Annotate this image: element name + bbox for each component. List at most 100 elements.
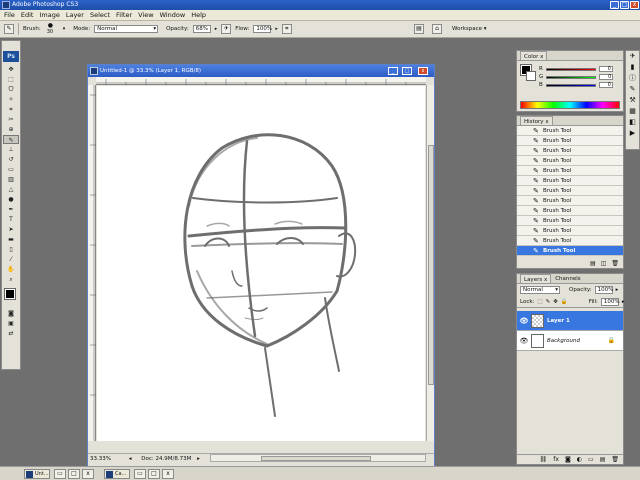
- lock-all-icon[interactable]: 🔒: [561, 299, 568, 305]
- navigator-icon[interactable]: ✈: [626, 51, 639, 62]
- history-item-current[interactable]: ✎ Brush Tool: [517, 246, 623, 256]
- pen-tool-icon[interactable]: ✒: [3, 205, 19, 214]
- history-item[interactable]: ✎ Brush Tool: [517, 186, 623, 196]
- history-item[interactable]: ✎ Brush Tool: [517, 136, 623, 146]
- dodge-tool-icon[interactable]: ●: [3, 195, 19, 204]
- chevron-right-icon[interactable]: ▸: [215, 26, 218, 32]
- chevron-right-icon[interactable]: ▸: [275, 26, 278, 32]
- eraser-tool-icon[interactable]: ▭: [3, 165, 19, 174]
- layer-row[interactable]: 👁 Layer 1: [517, 311, 623, 331]
- new-group-icon[interactable]: ▭: [588, 455, 594, 464]
- zoom-tool-icon[interactable]: ⌕: [3, 275, 19, 284]
- link-layers-icon[interactable]: ⛓: [540, 455, 548, 464]
- layer-mask-icon[interactable]: ◙: [565, 455, 571, 464]
- tab-layers[interactable]: Layers x: [520, 274, 552, 283]
- blue-value[interactable]: 0: [598, 82, 613, 88]
- maximize-icon[interactable]: □: [148, 469, 160, 479]
- quick-mask-icon[interactable]: ◙: [3, 309, 19, 318]
- tab-color[interactable]: Color x: [520, 51, 548, 60]
- close-button[interactable]: x: [630, 1, 639, 9]
- blue-slider[interactable]: [545, 83, 596, 87]
- healing-brush-tool-icon[interactable]: ⊕: [3, 125, 19, 134]
- info-icon[interactable]: ⓘ: [626, 73, 639, 84]
- trash-icon[interactable]: 🗑: [611, 259, 619, 268]
- foreground-color-swatch[interactable]: [4, 288, 16, 300]
- clone-stamp-tool-icon[interactable]: ⊥: [3, 145, 19, 154]
- histogram-icon[interactable]: ▮: [626, 62, 639, 73]
- opacity-field[interactable]: 68%: [192, 25, 211, 33]
- blur-tool-icon[interactable]: △: [3, 185, 19, 194]
- history-item[interactable]: ✎ Brush Tool: [517, 156, 623, 166]
- history-item[interactable]: ✎ Brush Tool: [517, 166, 623, 176]
- go-to-bridge-icon[interactable]: ⌂: [432, 24, 442, 34]
- layer-style-icon[interactable]: fx: [553, 455, 559, 464]
- brushes-icon[interactable]: ✎: [626, 84, 639, 95]
- minimize-button[interactable]: _: [610, 1, 619, 9]
- maximize-button[interactable]: □: [620, 1, 629, 9]
- lock-transparent-icon[interactable]: ⬚: [537, 299, 542, 305]
- fill-field[interactable]: 100%: [600, 297, 620, 306]
- airbrush-toggle-icon[interactable]: ✈: [221, 24, 232, 34]
- trash-icon[interactable]: 🗑: [611, 455, 619, 464]
- restore-icon[interactable]: ▭: [134, 469, 146, 479]
- menu-edit[interactable]: Edit: [21, 11, 34, 19]
- history-item[interactable]: ✎ Brush Tool: [517, 126, 623, 136]
- path-selection-tool-icon[interactable]: ➤: [3, 225, 19, 234]
- lasso-tool-icon[interactable]: ᗜ: [3, 85, 19, 94]
- hand-tool-icon[interactable]: ✋: [3, 265, 19, 274]
- vertical-scroll-thumb[interactable]: [428, 145, 434, 385]
- menu-file[interactable]: File: [4, 11, 15, 19]
- doc-maximize-button[interactable]: □: [402, 67, 412, 75]
- color-spectrum-ramp[interactable]: [520, 101, 620, 109]
- chevron-right-icon[interactable]: ▸: [616, 287, 619, 293]
- screen-mode-icon[interactable]: ▣: [3, 319, 19, 328]
- layer-row[interactable]: 👁 Background 🔒: [517, 331, 623, 351]
- blend-mode-select[interactable]: Normal ▾: [520, 286, 560, 294]
- gradient-tool-icon[interactable]: ▥: [3, 175, 19, 184]
- history-item[interactable]: ✎ Brush Tool: [517, 196, 623, 206]
- zoom-level[interactable]: 33.33%: [90, 456, 111, 462]
- eyedropper-tool-icon[interactable]: ⁄: [3, 255, 19, 264]
- history-item[interactable]: ✎ Brush Tool: [517, 176, 623, 186]
- lock-position-icon[interactable]: ✥: [553, 299, 558, 305]
- restore-icon[interactable]: ▭: [54, 469, 66, 479]
- chevron-right-icon[interactable]: ▸: [197, 456, 200, 462]
- menu-help[interactable]: Help: [191, 11, 206, 19]
- color-panel-background-swatch[interactable]: [526, 71, 536, 81]
- swatches-icon[interactable]: ▦: [626, 106, 639, 117]
- menu-window[interactable]: Window: [160, 11, 186, 19]
- adjustment-layer-icon[interactable]: ◐: [577, 455, 582, 464]
- workspace-menu[interactable]: Workspace ▾: [452, 26, 487, 32]
- chevron-down-icon[interactable]: ▾: [63, 26, 66, 32]
- brush-tool-preset-icon[interactable]: ✎: [4, 24, 14, 34]
- history-item[interactable]: ✎ Brush Tool: [517, 206, 623, 216]
- styles-icon[interactable]: ◧: [626, 117, 639, 128]
- doc-minimize-button[interactable]: _: [388, 67, 398, 75]
- history-item[interactable]: ✎ Brush Tool: [517, 236, 623, 246]
- chevron-right-icon[interactable]: ▸: [622, 299, 625, 305]
- horizontal-scrollbar[interactable]: [210, 454, 426, 462]
- magic-wand-tool-icon[interactable]: ✧: [3, 95, 19, 104]
- new-layer-icon[interactable]: ▤: [600, 455, 606, 464]
- lock-image-icon[interactable]: ✎: [546, 299, 551, 305]
- shape-tool-icon[interactable]: ▬: [3, 235, 19, 244]
- green-slider[interactable]: [546, 75, 597, 79]
- brush-picker[interactable]: ● 30: [45, 22, 59, 36]
- crop-tool-icon[interactable]: ⌗: [3, 105, 19, 114]
- tab-history[interactable]: History x: [520, 116, 553, 125]
- menu-filter[interactable]: Filter: [116, 11, 132, 19]
- jump-to-imageready-icon[interactable]: ⇄: [3, 329, 19, 338]
- green-value[interactable]: 0: [599, 74, 614, 80]
- close-icon[interactable]: x: [162, 469, 174, 479]
- actions-icon[interactable]: ▶: [626, 128, 639, 139]
- new-document-from-state-icon[interactable]: ▤: [590, 259, 596, 268]
- tab-channels[interactable]: Channels: [555, 274, 580, 283]
- status-menu-arrow-icon[interactable]: ◂: [129, 456, 132, 462]
- file-browser-icon[interactable]: ▤: [414, 24, 424, 34]
- color-slider-b[interactable]: B 0: [517, 81, 623, 89]
- vertical-scrollbar[interactable]: [426, 85, 434, 441]
- horizontal-scroll-thumb[interactable]: [261, 456, 371, 461]
- close-icon[interactable]: x: [82, 469, 94, 479]
- menu-view[interactable]: View: [138, 11, 153, 19]
- drawing-canvas[interactable]: [97, 86, 425, 441]
